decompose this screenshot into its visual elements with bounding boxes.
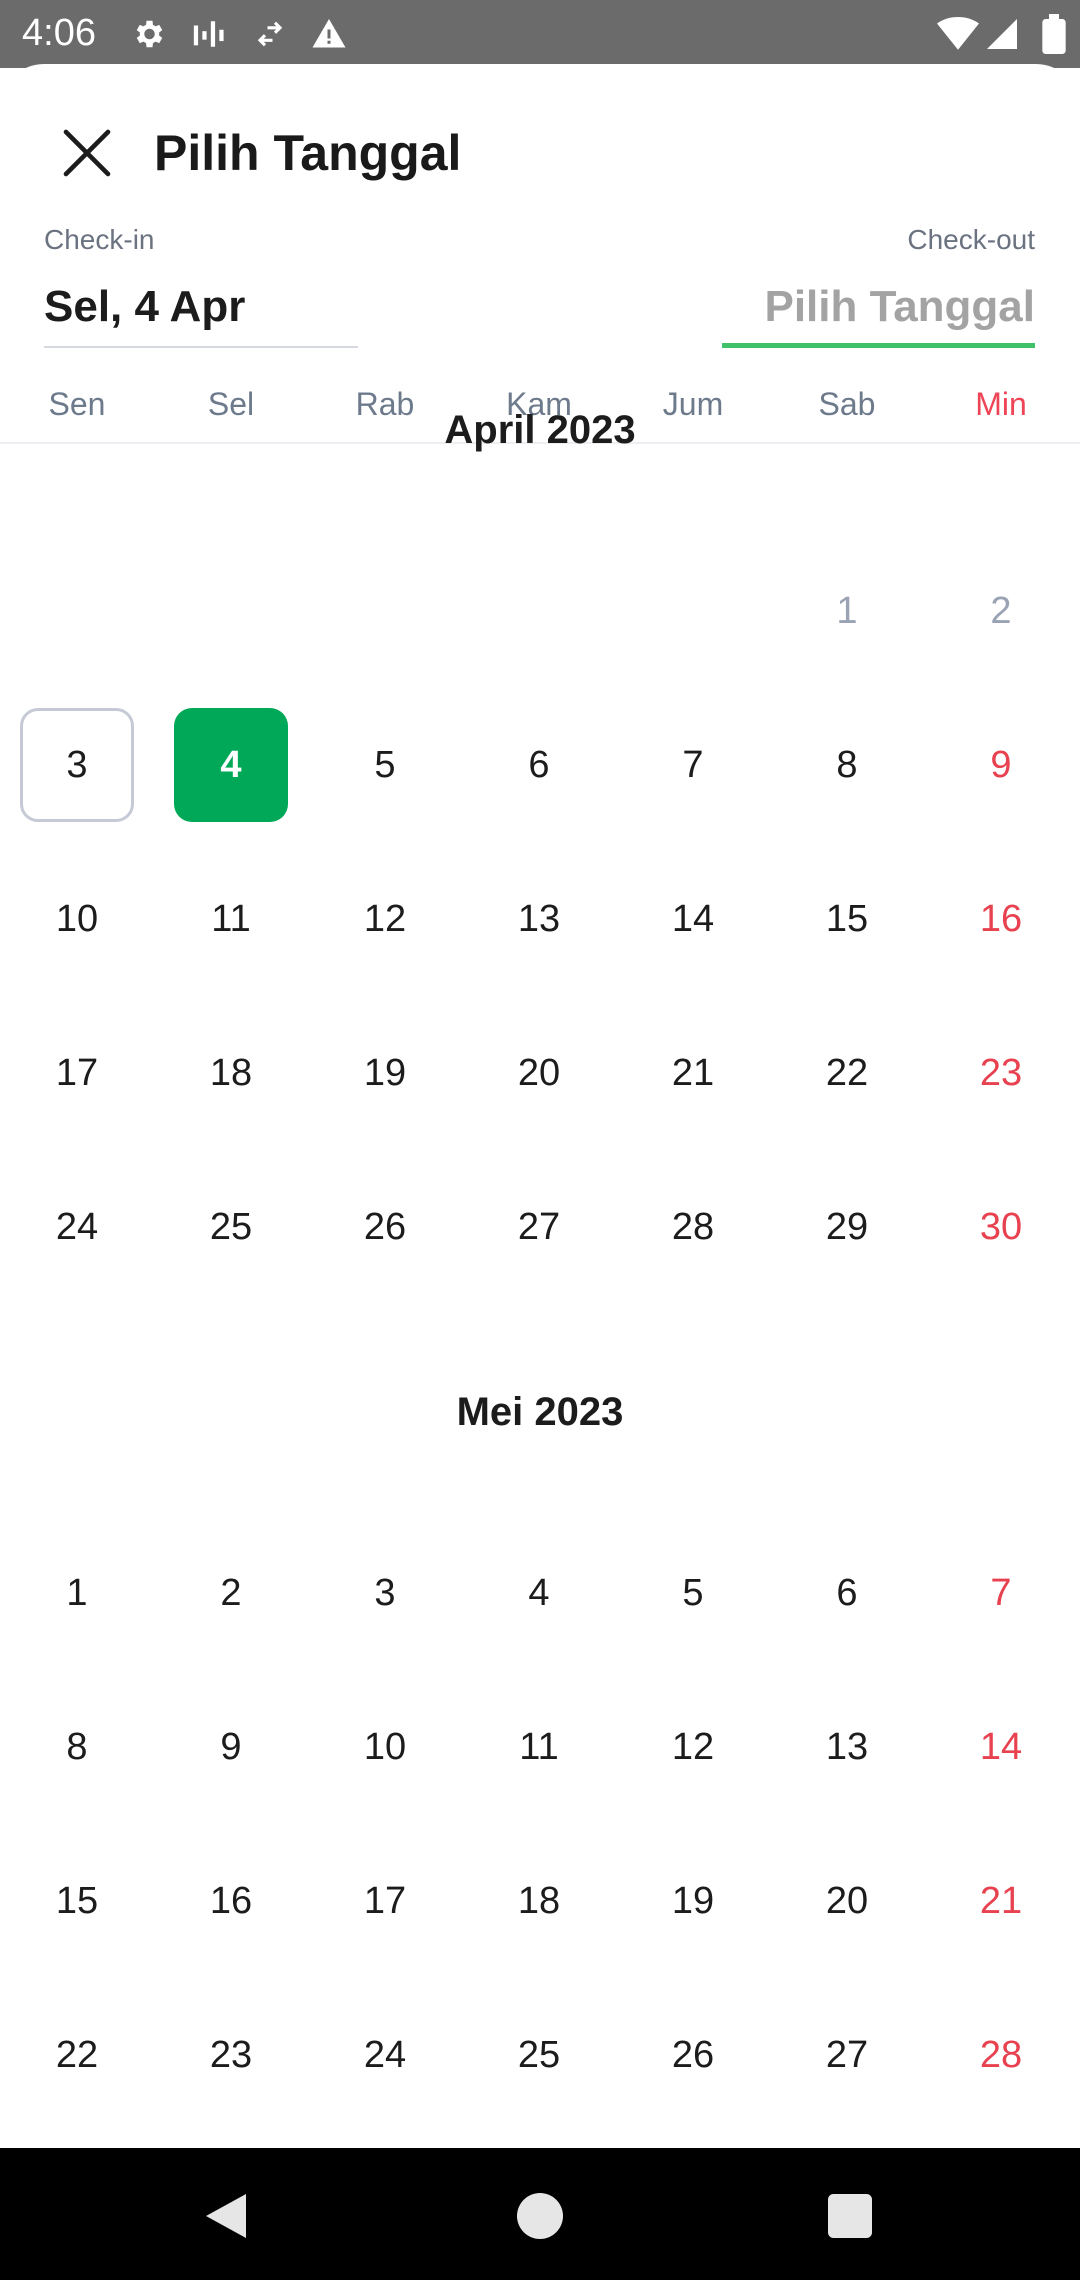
calendar-day[interactable]: 17 bbox=[20, 1016, 134, 1130]
calendar-day[interactable]: 15 bbox=[790, 862, 904, 976]
calendar-day[interactable]: 4 bbox=[482, 1536, 596, 1650]
calendar-day[interactable]: 6 bbox=[482, 708, 596, 822]
calendar-day[interactable]: 10 bbox=[328, 1690, 442, 1804]
calendar-day[interactable]: 12 bbox=[328, 862, 442, 976]
calendar-day[interactable]: 30 bbox=[944, 1170, 1058, 1284]
month-title: April 2023 bbox=[444, 408, 636, 452]
calendar-day[interactable]: 10 bbox=[20, 862, 134, 976]
calendar-day[interactable]: 23 bbox=[174, 1998, 288, 2112]
battery-icon bbox=[1034, 12, 1074, 56]
calendar-day[interactable]: 29 bbox=[790, 1170, 904, 1284]
calendar-day[interactable]: 15 bbox=[20, 1844, 134, 1958]
data-transfer-icon bbox=[250, 12, 290, 56]
calendar-day[interactable]: 5 bbox=[636, 1536, 750, 1650]
calendar-day[interactable]: 25 bbox=[174, 1170, 288, 1284]
checkout-label: Check-out bbox=[907, 224, 1035, 255]
calendar-day[interactable]: 19 bbox=[636, 1844, 750, 1958]
calendar-day[interactable]: 26 bbox=[328, 1170, 442, 1284]
signal-bars-icon bbox=[188, 12, 228, 56]
calendar-day[interactable]: 21 bbox=[636, 1016, 750, 1130]
calendar-day[interactable]: 22 bbox=[20, 1998, 134, 2112]
calendar-day[interactable]: 21 bbox=[944, 1844, 1058, 1958]
cellular-icon bbox=[982, 12, 1022, 56]
calendar-day[interactable]: 18 bbox=[174, 1016, 288, 1130]
month-title: Mei 2023 bbox=[456, 1390, 624, 1434]
calendar-day[interactable]: 13 bbox=[790, 1690, 904, 1804]
calendar-day[interactable]: 26 bbox=[636, 1998, 750, 2112]
calendar-day[interactable]: 27 bbox=[482, 1170, 596, 1284]
calendar-day[interactable]: 9 bbox=[174, 1690, 288, 1804]
home-button[interactable] bbox=[500, 2176, 580, 2256]
close-button[interactable] bbox=[50, 116, 124, 190]
warning-icon bbox=[308, 12, 350, 56]
checkin-value: Sel, 4 Apr bbox=[44, 282, 246, 331]
calendar-day[interactable]: 17 bbox=[328, 1844, 442, 1958]
calendar-grid: April 2023 1 2 3 4 5 6 7 8 9 10 11 12 13 14 15 16 17 18 19 2… bbox=[0, 392, 1080, 2152]
calendar-day[interactable]: 27 bbox=[790, 1998, 904, 2112]
calendar-day: 1 bbox=[836, 589, 858, 632]
calendar-day[interactable]: 23 bbox=[944, 1016, 1058, 1130]
wifi-icon bbox=[936, 12, 980, 56]
calendar-day[interactable]: 16 bbox=[174, 1844, 288, 1958]
calendar-day[interactable]: 2 bbox=[174, 1536, 288, 1650]
calendar-day[interactable]: 14 bbox=[636, 862, 750, 976]
calendar-day[interactable]: 7 bbox=[944, 1536, 1058, 1650]
page-title: Pilih Tanggal bbox=[154, 125, 462, 181]
calendar-day[interactable]: 22 bbox=[790, 1016, 904, 1130]
calendar-day[interactable]: 14 bbox=[944, 1690, 1058, 1804]
checkin-field[interactable]: Sel, 4 Apr bbox=[44, 276, 358, 348]
calendar-day[interactable]: 12 bbox=[636, 1690, 750, 1804]
calendar-day[interactable]: 19 bbox=[328, 1016, 442, 1130]
status-bar: 4:06 bbox=[0, 0, 1080, 68]
back-icon bbox=[206, 2194, 246, 2238]
calendar-day[interactable]: 6 bbox=[790, 1536, 904, 1650]
calendar-day[interactable]: 13 bbox=[482, 862, 596, 976]
recents-icon bbox=[828, 2194, 872, 2238]
calendar-day[interactable]: 11 bbox=[482, 1690, 596, 1804]
navigation-bar bbox=[0, 2148, 1080, 2280]
calendar-day[interactable]: 1 bbox=[20, 1536, 134, 1650]
recents-button[interactable] bbox=[810, 2176, 890, 2256]
calendar-day[interactable]: 5 bbox=[328, 708, 442, 822]
status-time: 4:06 bbox=[22, 12, 96, 54]
calendar-day[interactable]: 11 bbox=[174, 862, 288, 976]
calendar-day[interactable]: 20 bbox=[790, 1844, 904, 1958]
checkin-label: Check-in bbox=[44, 224, 155, 255]
calendar-day[interactable]: 9 bbox=[944, 708, 1058, 822]
calendar-day[interactable]: 24 bbox=[328, 1998, 442, 2112]
checkout-field[interactable]: Pilih Tanggal bbox=[722, 276, 1035, 348]
home-icon bbox=[517, 2193, 563, 2239]
calendar-day[interactable]: 18 bbox=[482, 1844, 596, 1958]
close-icon bbox=[63, 129, 111, 177]
calendar-day[interactable]: 28 bbox=[944, 1998, 1058, 2112]
calendar-day: 2 bbox=[990, 589, 1012, 632]
calendar-day[interactable]: 4 bbox=[174, 708, 288, 822]
calendar-day[interactable]: 8 bbox=[790, 708, 904, 822]
back-button[interactable] bbox=[186, 2176, 266, 2256]
calendar-day[interactable]: 20 bbox=[482, 1016, 596, 1130]
settings-icon bbox=[126, 12, 170, 56]
checkout-value: Pilih Tanggal bbox=[764, 282, 1035, 331]
calendar-day[interactable]: 3 bbox=[328, 1536, 442, 1650]
calendar-day[interactable]: 25 bbox=[482, 1998, 596, 2112]
calendar-day[interactable]: 28 bbox=[636, 1170, 750, 1284]
calendar-day[interactable]: 3 bbox=[20, 708, 134, 822]
calendar-day[interactable]: 7 bbox=[636, 708, 750, 822]
calendar-day[interactable]: 16 bbox=[944, 862, 1058, 976]
calendar-day[interactable]: 24 bbox=[20, 1170, 134, 1284]
calendar-day[interactable]: 8 bbox=[20, 1690, 134, 1804]
